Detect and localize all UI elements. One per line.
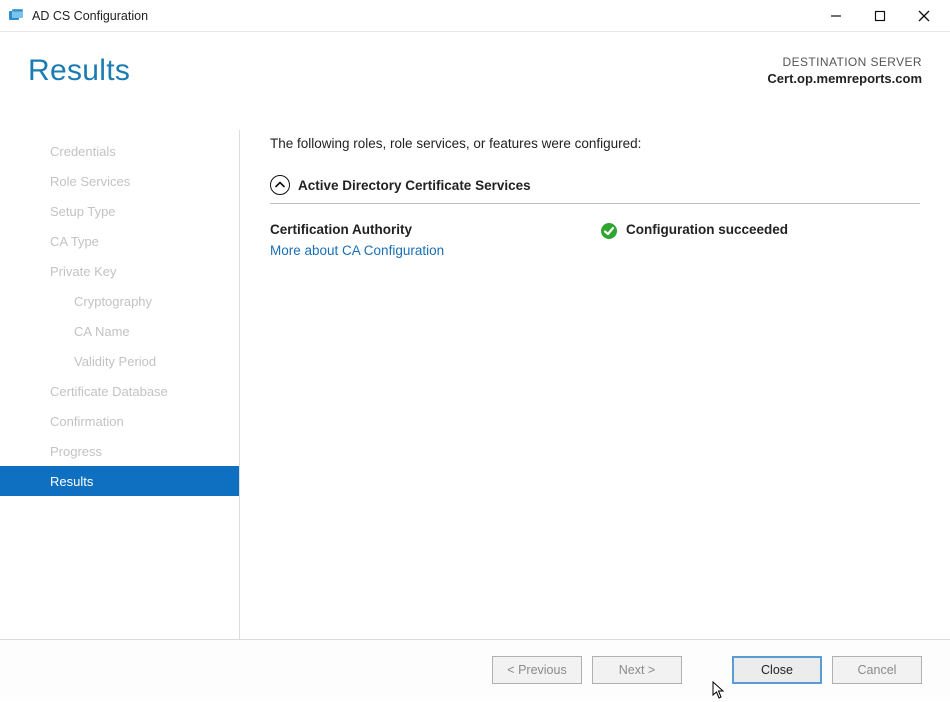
sidebar-item-label: Certificate Database [50,384,168,399]
sidebar-item-label: CA Name [74,324,130,339]
destination-label: DESTINATION SERVER [767,54,922,70]
titlebar: AD CS Configuration [0,0,950,32]
previous-button[interactable]: < Previous [492,656,582,684]
intro-text: The following roles, role services, or f… [270,136,920,151]
sidebar-item-label: Private Key [50,264,116,279]
result-group-header[interactable]: Active Directory Certificate Services [270,175,920,204]
footer: < Previous Next > Close Cancel [0,639,950,699]
header: Results DESTINATION SERVER Cert.op.memre… [0,32,950,106]
sidebar-item-label: Cryptography [74,294,152,309]
close-window-button[interactable] [902,1,946,31]
destination-block: DESTINATION SERVER Cert.op.memreports.co… [767,54,922,88]
sidebar-item-label: Setup Type [50,204,116,219]
close-button[interactable]: Close [732,656,822,684]
sidebar-item-certificate-database[interactable]: Certificate Database [0,376,239,406]
sidebar-item-credentials[interactable]: Credentials [0,136,239,166]
sidebar-item-ca-type[interactable]: CA Type [0,226,239,256]
sidebar-item-validity-period[interactable]: Validity Period [0,346,239,376]
app-title: AD CS Configuration [32,9,148,23]
sidebar-item-ca-name[interactable]: CA Name [0,316,239,346]
sidebar-item-cryptography[interactable]: Cryptography [0,286,239,316]
more-about-link[interactable]: More about CA Configuration [270,243,600,258]
app-icon [8,8,24,24]
sidebar-item-label: Role Services [50,174,130,189]
destination-value: Cert.op.memreports.com [767,70,922,88]
sidebar-item-results[interactable]: Results [0,466,239,496]
result-row: Certification Authority More about CA Co… [270,222,920,258]
page-title: Results [28,54,130,88]
sidebar-item-label: Confirmation [50,414,124,429]
success-check-icon [600,222,618,243]
sidebar-item-label: Credentials [50,144,116,159]
sidebar-item-label: Results [50,474,93,489]
sidebar-item-label: Validity Period [74,354,156,369]
main-area: Credentials Role Services Setup Type CA … [0,130,950,639]
maximize-button[interactable] [858,1,902,31]
result-item-name: Certification Authority [270,222,600,237]
group-title: Active Directory Certificate Services [298,178,531,193]
minimize-button[interactable] [814,1,858,31]
sidebar-item-progress[interactable]: Progress [0,436,239,466]
sidebar-item-confirmation[interactable]: Confirmation [0,406,239,436]
sidebar-item-role-services[interactable]: Role Services [0,166,239,196]
sidebar: Credentials Role Services Setup Type CA … [0,130,240,639]
content-pane: The following roles, role services, or f… [240,130,950,639]
sidebar-item-setup-type[interactable]: Setup Type [0,196,239,226]
sidebar-item-private-key[interactable]: Private Key [0,256,239,286]
cancel-button[interactable]: Cancel [832,656,922,684]
chevron-up-icon [270,175,290,195]
next-button[interactable]: Next > [592,656,682,684]
sidebar-item-label: Progress [50,444,102,459]
sidebar-item-label: CA Type [50,234,99,249]
status-text: Configuration succeeded [626,222,788,237]
